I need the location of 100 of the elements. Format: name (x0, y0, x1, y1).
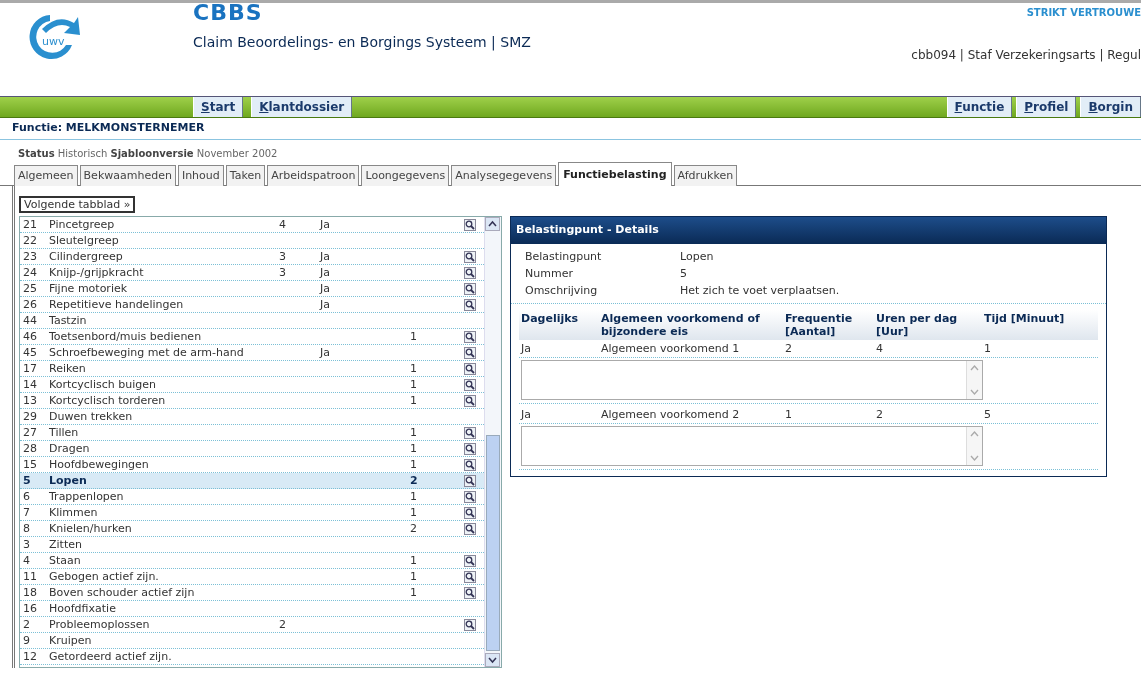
search-icon[interactable] (464, 379, 476, 391)
list-row[interactable]: 28 Dragen 1 (20, 441, 484, 457)
list-row[interactable]: 26 Repetitieve handelingen Ja (20, 297, 484, 313)
list-row[interactable]: 25 Fijne motoriek Ja (20, 281, 484, 297)
list-row[interactable]: 24 Knijp-/grijpkracht 3 Ja (20, 265, 484, 281)
row-number: 16 (23, 601, 38, 616)
list-row[interactable]: 23 Cilindergreep 3 Ja (20, 249, 484, 265)
list-row[interactable]: 46 Toetsenbord/muis bedienen 1 (20, 329, 484, 345)
list-row[interactable]: 17 Reiken 1 (20, 361, 484, 377)
list-row[interactable]: 13 Kortcyclisch torderen 1 (20, 393, 484, 409)
list-row[interactable]: 2 Probleemoplossen 2 (20, 617, 484, 633)
row-number: 3 (23, 537, 31, 552)
table-cell-text: 5 (984, 407, 992, 421)
row-name: Hoofdbewegingen (49, 457, 150, 472)
tab[interactable]: Bekwaamheden (79, 164, 176, 186)
list-row[interactable]: 29 Duwen trekken (20, 409, 484, 425)
status-line: Status Historisch Sjabloonversie November 2002 (17, 146, 279, 161)
list-row[interactable]: 3 Zitten (20, 537, 484, 553)
tab[interactable]: Functiebelasting (558, 161, 672, 186)
search-icon[interactable] (464, 267, 476, 279)
row-number: 45 (23, 345, 38, 360)
tab[interactable]: Taken (225, 164, 266, 186)
list-row[interactable]: 12 Getordeerd actief zijn. (20, 649, 484, 665)
row-number: 15 (23, 457, 38, 472)
row-number: 2 (23, 617, 31, 632)
search-icon[interactable] (464, 507, 476, 519)
list-row[interactable]: 4 Staan 1 (20, 553, 484, 569)
search-icon[interactable] (464, 251, 476, 263)
search-icon[interactable] (464, 619, 476, 631)
table-cell-text: Ja (320, 217, 331, 232)
nav-link[interactable]: Functie (946, 97, 1013, 117)
nav-link[interactable]: Profiel (1016, 97, 1077, 117)
column-header: Algemeen voorkomend of bijzondere eis (601, 311, 761, 338)
search-icon[interactable] (464, 491, 476, 503)
list-row[interactable]: 45 Schroefbeweging met de arm-hand Ja (20, 345, 484, 361)
row-number: 17 (23, 361, 38, 376)
row-name: Tastzin (49, 313, 88, 328)
list-row[interactable]: 8 Knielen/hurken 2 (20, 521, 484, 537)
table-cell-text: 1 (410, 361, 418, 376)
tab[interactable]: Algemeen (14, 164, 78, 186)
tab[interactable]: Analysegegevens (451, 164, 557, 186)
search-icon[interactable] (464, 555, 476, 567)
field-label: Nummer (525, 265, 574, 282)
nav-link[interactable]: Start (193, 97, 244, 117)
table-cell-text: 1 (984, 341, 992, 355)
scroll-up-icon[interactable] (485, 217, 500, 231)
list-row[interactable]: 44 Tastzin (20, 313, 484, 329)
tab[interactable]: Loongegevens (361, 164, 450, 186)
search-icon[interactable] (464, 443, 476, 455)
tab[interactable]: Afdrukken (673, 164, 738, 186)
row-name: Boven schouder actief zijn (49, 585, 196, 600)
row-number: 23 (23, 249, 38, 264)
table-cell-text: Ja (320, 281, 331, 296)
table-cell-text: Ja (521, 341, 532, 355)
row-name: Getordeerd actief zijn. (49, 649, 173, 664)
column-header: Uren per dag [Uur] (876, 311, 959, 338)
table-cell-text: 1 (410, 569, 418, 584)
search-icon[interactable] (464, 363, 476, 375)
nav-link[interactable]: Klantdossier (251, 97, 353, 117)
list-row[interactable]: 11 Gebogen actief zijn. 1 (20, 569, 484, 585)
row-number: 12 (23, 649, 38, 664)
row-number: 18 (23, 585, 38, 600)
list-row[interactable]: 5 Lopen 2 (20, 473, 484, 489)
tab[interactable]: Arbeidspatroon (267, 164, 360, 186)
list-row[interactable]: 18 Boven schouder actief zijn 1 (20, 585, 484, 601)
search-icon[interactable] (464, 427, 476, 439)
list-row[interactable]: 16 Hoofdfixatie (20, 601, 484, 617)
search-icon[interactable] (464, 347, 476, 359)
search-icon[interactable] (464, 475, 476, 487)
row-number: 28 (23, 441, 38, 456)
row-name: Kortcyclisch torderen (49, 393, 167, 408)
search-icon[interactable] (464, 587, 476, 599)
search-icon[interactable] (464, 219, 476, 231)
search-icon[interactable] (464, 299, 476, 311)
list-row[interactable]: 14 Kortcyclisch buigen 1 (20, 377, 484, 393)
row-name: Probleemoplossen (49, 617, 151, 632)
classification-label: STRIKT VERTROUWE (1026, 6, 1141, 20)
search-icon[interactable] (464, 459, 476, 471)
search-icon[interactable] (464, 283, 476, 295)
column-header: Tijd [Minuut] (984, 311, 1066, 327)
list-row[interactable]: 9 Kruipen (20, 633, 484, 649)
list-row[interactable]: 6 Trappenlopen 1 (20, 489, 484, 505)
field-value: 5 (680, 265, 687, 282)
search-icon[interactable] (464, 331, 476, 343)
table-cell-text: 1 (410, 329, 418, 344)
scroll-down-icon[interactable] (485, 653, 500, 667)
list-row[interactable]: 7 Klimmen 1 (20, 505, 484, 521)
search-icon[interactable] (464, 523, 476, 535)
column-header: Dagelijks (521, 311, 580, 327)
search-icon[interactable] (464, 395, 476, 407)
nav-link[interactable]: Borgin (1080, 97, 1141, 117)
list-row[interactable]: 22 Sleutelgreep (20, 233, 484, 249)
search-icon[interactable] (464, 571, 476, 583)
table-cell-text: Ja (320, 297, 331, 312)
list-row[interactable]: 27 Tillen 1 (20, 425, 484, 441)
tab[interactable]: Inhoud (177, 164, 224, 186)
list-row[interactable]: 21 Pincetgreep 4 Ja (20, 217, 484, 233)
row-name: Schroefbeweging met de arm-hand (49, 345, 245, 360)
next-tab-button[interactable]: Volgende tabblad » (19, 196, 136, 213)
scrollbar[interactable] (484, 217, 501, 667)
